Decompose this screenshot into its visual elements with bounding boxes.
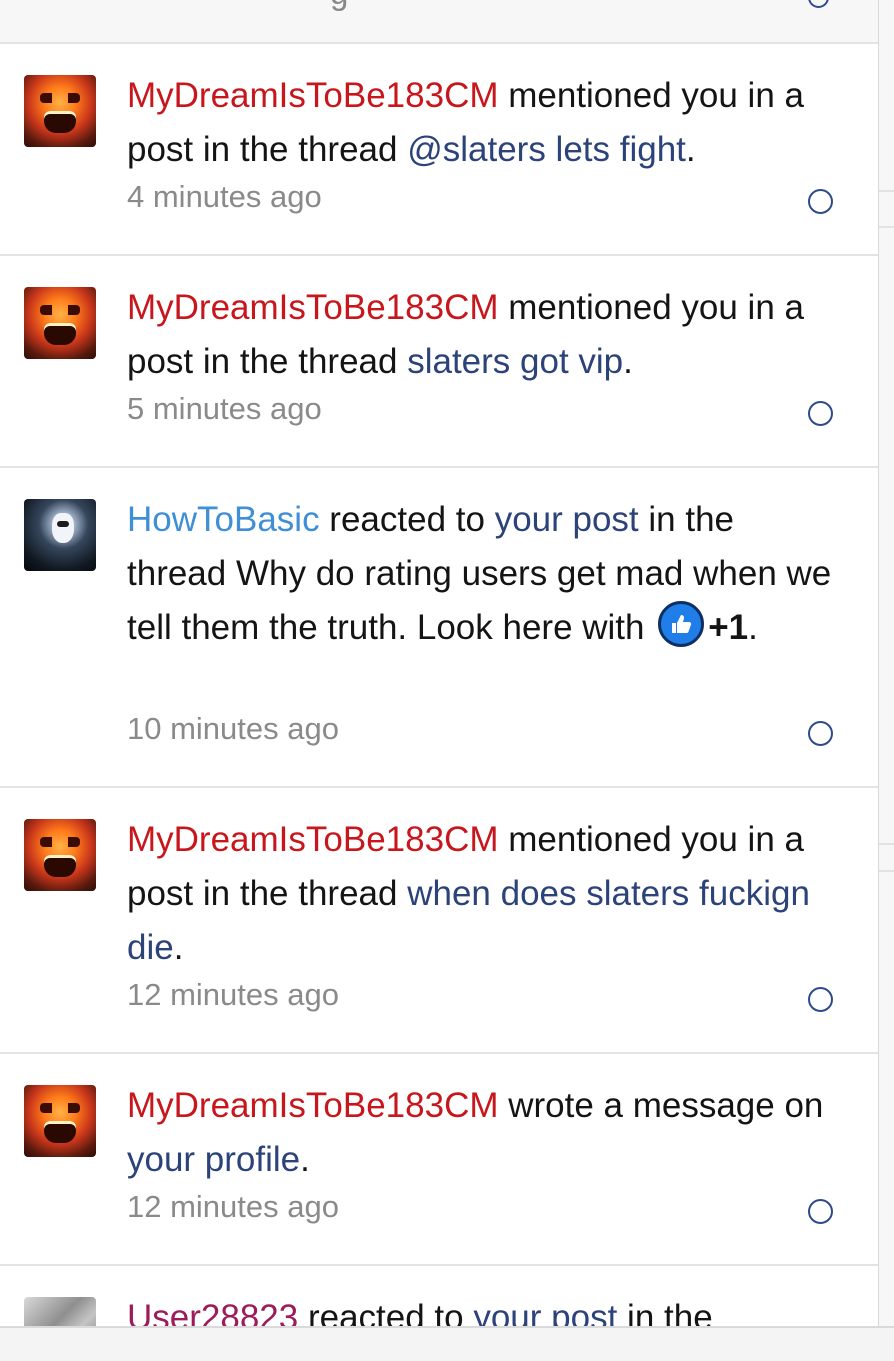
mark-read-icon[interactable] <box>808 0 829 8</box>
bottom-toolbar <box>0 1326 894 1361</box>
avatar[interactable] <box>24 499 96 571</box>
notification-message: wrote a message on <box>498 1086 824 1125</box>
notification-item[interactable]: MyDreamIsToBe183CM mentioned you in a po… <box>0 788 878 1054</box>
notification-text: MyDreamIsToBe183CM wrote a message on yo… <box>127 1079 842 1187</box>
notification-text: MyDreamIsToBe183CM mentioned you in a po… <box>127 281 842 389</box>
divider <box>879 870 894 872</box>
notification-time: 5 minutes ago <box>127 391 322 426</box>
notification-list[interactable]: g MyDreamIsToBe183CM mentioned you in a … <box>0 0 879 1361</box>
username-link[interactable]: MyDreamIsToBe183CM <box>127 820 499 859</box>
punctuation: . <box>748 608 758 647</box>
avatar[interactable] <box>24 819 96 891</box>
notification-time: 4 minutes ago <box>127 179 322 214</box>
thread-link[interactable]: slaters got vip <box>407 342 623 381</box>
mark-read-icon[interactable] <box>808 721 833 746</box>
punctuation: . <box>173 928 184 967</box>
notification-item[interactable]: MyDreamIsToBe183CM wrote a message on yo… <box>0 1054 878 1266</box>
notification-message: reacted to <box>319 500 495 539</box>
divider <box>879 843 894 845</box>
reaction-label: +1 <box>708 608 749 647</box>
profile-link[interactable]: your profile <box>127 1140 300 1179</box>
punctuation: . <box>685 130 696 169</box>
notification-item-partial-top[interactable]: g <box>0 0 878 44</box>
notification-time-partial: g <box>330 0 348 12</box>
divider <box>879 226 894 228</box>
notification-page: g MyDreamIsToBe183CM mentioned you in a … <box>0 0 894 1361</box>
notification-item[interactable]: HowToBasic reacted to your post in the t… <box>0 468 878 788</box>
notification-text: HowToBasic reacted to your post in the t… <box>127 493 842 655</box>
notification-item[interactable]: MyDreamIsToBe183CM mentioned you in a po… <box>0 44 878 256</box>
notification-item[interactable]: MyDreamIsToBe183CM mentioned you in a po… <box>0 256 878 468</box>
divider <box>879 190 894 192</box>
thread-link[interactable]: @slaters lets fight <box>407 130 686 169</box>
punctuation: . <box>623 342 633 381</box>
notification-time: 12 minutes ago <box>127 977 339 1012</box>
avatar[interactable] <box>24 75 96 147</box>
post-link[interactable]: your post <box>495 500 639 539</box>
username-link[interactable]: MyDreamIsToBe183CM <box>127 288 499 327</box>
avatar[interactable] <box>24 1085 96 1157</box>
mark-read-icon[interactable] <box>808 189 833 214</box>
notification-text: MyDreamIsToBe183CM mentioned you in a po… <box>127 69 842 177</box>
notification-time: 10 minutes ago <box>127 711 339 746</box>
thumbs-up-icon <box>658 601 705 647</box>
username-link[interactable]: MyDreamIsToBe183CM <box>127 76 499 115</box>
mark-read-icon[interactable] <box>808 987 833 1012</box>
notification-text: MyDreamIsToBe183CM mentioned you in a po… <box>127 813 842 975</box>
notification-time: 12 minutes ago <box>127 1189 339 1224</box>
scrollbar-track[interactable] <box>879 0 894 1361</box>
mark-read-icon[interactable] <box>808 401 833 426</box>
username-link[interactable]: MyDreamIsToBe183CM <box>127 1086 499 1125</box>
mark-read-icon[interactable] <box>808 1199 833 1224</box>
avatar[interactable] <box>24 287 96 359</box>
username-link[interactable]: HowToBasic <box>127 500 320 539</box>
punctuation: . <box>300 1140 310 1179</box>
